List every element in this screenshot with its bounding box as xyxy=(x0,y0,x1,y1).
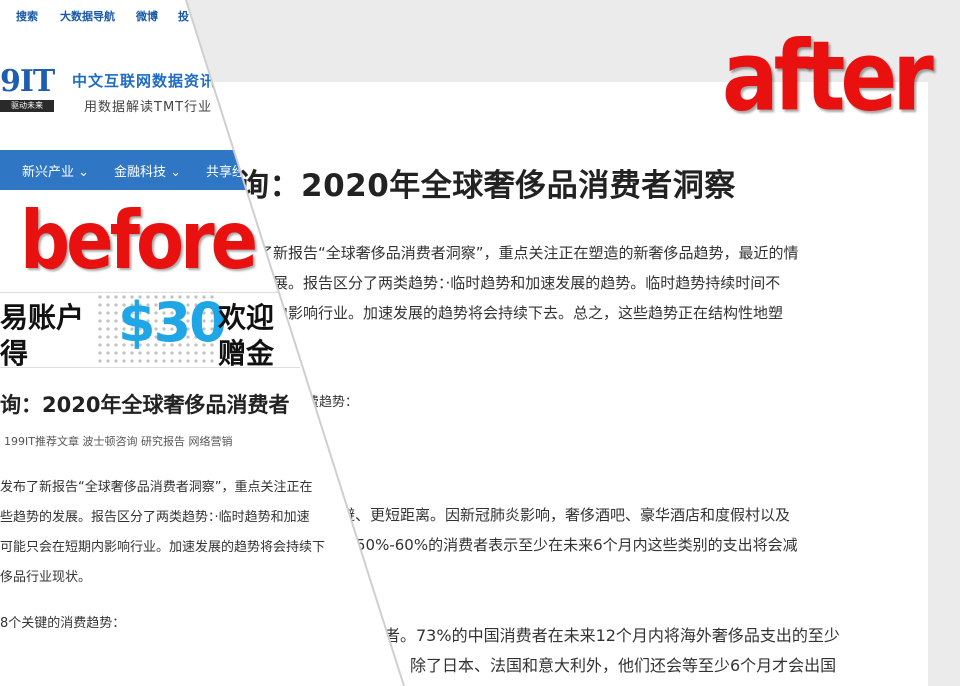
paragraph-line: 可能只会在短期内影响行业。加速发展的趋势将会持续下 xyxy=(0,540,326,555)
nav-link-bigdata[interactable]: 大数据导航 xyxy=(60,8,115,24)
nav-link-weibo[interactable]: 微博 xyxy=(136,8,158,24)
paragraph-line: 避、更短距离。因新冠肺炎影响，奢侈酒吧、豪华酒店和度假村以及 xyxy=(340,506,791,524)
paragraph-line: 发布了新报告“全球奢侈品消费者洞察”，重点关注正在 xyxy=(0,480,313,495)
ad-amount: $30 xyxy=(118,291,227,354)
nav-link-more[interactable]: 投 xyxy=(178,8,189,24)
paragraph-line: 了新报告“全球奢侈品消费者洞察”，重点关注正在塑造的新奢侈品趋势，最近的情 xyxy=(258,244,799,262)
nav-item-emerging[interactable]: 新兴产业 ⌄ xyxy=(22,161,89,180)
paragraph-line: 期内影响行业。加速发展的趋势将会持续下去。总之，这些趋势正在结构性地塑 xyxy=(258,304,784,322)
ad-text: 欢迎 xyxy=(218,301,275,334)
site-slogan: 用数据解读TMT行业 xyxy=(84,100,213,115)
nav-item-fintech[interactable]: 金融科技 ⌄ xyxy=(114,161,181,180)
site-logo[interactable]: 9IT xyxy=(0,64,55,99)
article-title: 询：2020年全球奢侈品消费者洞察 xyxy=(238,168,736,204)
paragraph-line: 者。73%的中国消费者在未来12个月内将海外奢侈品支出的至少 xyxy=(384,626,840,645)
logo-tagline: 驱动未来 xyxy=(0,100,54,112)
paragraph-line: 侈品行业现状。 xyxy=(0,570,92,585)
ad-text: 得 xyxy=(0,337,29,370)
before-label: before xyxy=(20,193,258,288)
article-title: 询：2020年全球奢侈品消费者 xyxy=(0,393,290,417)
paragraph-line: ，除了日本、法国和意大利外，他们还会等至少6个月才会出国 xyxy=(394,656,837,675)
site-name: 中文互联网数据资讯 xyxy=(72,72,217,90)
ad-text: 赠金 xyxy=(218,337,275,370)
after-label: after xyxy=(722,19,934,133)
paragraph-line: 发展。报告区分了两类趋势：·临时趋势和加速发展的趋势。临时趋势持续时间不 xyxy=(258,274,781,292)
trends-heading: 8个关键的消费趋势： xyxy=(0,616,126,631)
article-tags[interactable]: 199IT推荐文章 波士顿咨询 研究报告 网络营销 xyxy=(4,433,232,449)
paragraph-line: 50%-60%的消费者表示至少在未来6个月内这些类别的支出将会减 xyxy=(356,536,798,554)
ad-text: 易账户 xyxy=(0,301,85,334)
paragraph-line: 些趋势的发展。报告区分了两类趋势：·临时趋势和加速 xyxy=(0,510,310,525)
nav-link-search[interactable]: 搜索 xyxy=(16,8,38,24)
